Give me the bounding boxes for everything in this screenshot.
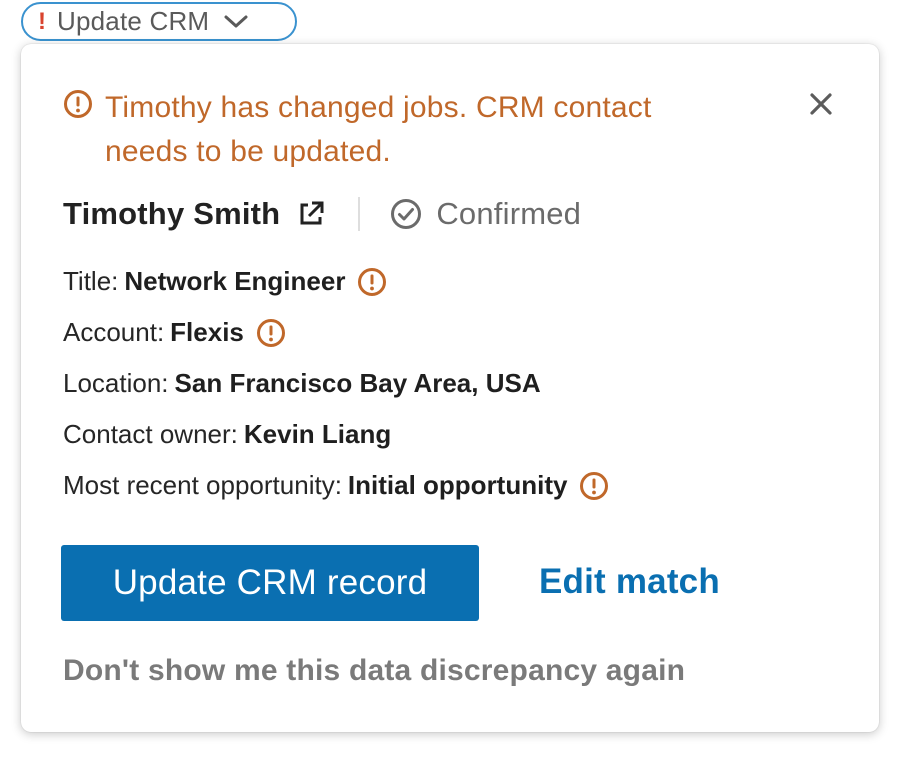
field-opportunity: Most recent opportunity: Initial opportu… [63,460,609,511]
field-location: Location: San Francisco Bay Area, USA [63,358,609,409]
alert-indicator: ! [38,7,46,35]
close-icon [810,93,832,115]
field-account: Account: Flexis [63,307,609,358]
field-contact-owner-value: Kevin Liang [243,419,392,449]
divider [358,197,361,231]
field-contact-owner-label: Contact owner: [63,419,238,449]
alert-message: Timothy has changed jobs. CRM contact ne… [105,86,652,174]
edit-match-link[interactable]: Edit match [539,562,720,602]
close-button[interactable] [805,88,837,120]
field-contact-owner: Contact owner: Kevin Liang [63,409,609,460]
field-title-label: Title: [63,266,119,296]
warning-icon[interactable] [357,267,387,297]
field-location-label: Location: [63,368,169,398]
field-account-label: Account: [63,317,165,347]
job-change-alert: Timothy has changed jobs. CRM contact ne… [63,86,783,174]
chevron-down-icon [223,14,249,30]
alert-circle-icon [63,89,93,119]
external-link-icon[interactable] [296,199,326,229]
field-opportunity-label: Most recent opportunity: [63,470,342,500]
field-title: Title: Network Engineer [63,256,609,307]
dismiss-discrepancy-link[interactable]: Don't show me this data discrepancy agai… [63,654,685,688]
update-crm-label: Update CRM [57,6,210,36]
check-circle-icon [390,198,422,230]
crm-discrepancy-card: Timothy has changed jobs. CRM contact ne… [21,44,879,732]
contact-details: Title: Network Engineer Account: Flexis [63,256,609,511]
alert-message-line-2: needs to be updated. [105,135,391,168]
alert-message-line-1: Timothy has changed jobs. CRM contact [105,91,652,124]
contact-header: Timothy Smith Confirmed [63,192,581,236]
warning-icon[interactable] [579,471,609,501]
update-crm-dropdown[interactable]: ! Update CRM [21,2,297,41]
contact-name: Timothy Smith [63,196,281,231]
update-crm-record-button[interactable]: Update CRM record [61,545,479,621]
field-account-value: Flexis [170,317,244,347]
field-title-value: Network Engineer [124,266,346,296]
field-location-value: San Francisco Bay Area, USA [174,368,541,398]
field-opportunity-value: Initial opportunity [347,470,568,500]
warning-icon[interactable] [256,318,286,348]
confirmed-status: Confirmed [436,196,582,231]
